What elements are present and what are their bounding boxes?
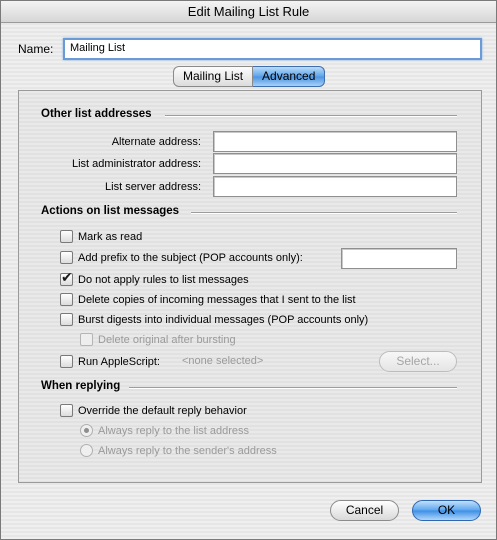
section-separator [129,387,457,389]
alternate-address-input[interactable] [213,131,457,152]
tab-bar: Mailing List Advanced [173,66,326,87]
burst-digests-option[interactable]: Burst digests into individual messages (… [60,313,368,326]
name-input[interactable]: Mailing List [63,38,482,60]
server-address-input[interactable] [213,176,457,197]
section-separator [191,212,457,214]
prefix-input[interactable] [341,248,457,269]
add-prefix-label: Add prefix to the subject (POP accounts … [78,251,303,264]
delete-original-checkbox [80,333,93,346]
tab-advanced[interactable]: Advanced [253,66,326,87]
run-applescript-checkbox[interactable] [60,355,73,368]
burst-digests-checkbox[interactable] [60,313,73,326]
alternate-address-label: Alternate address: [111,136,201,148]
reply-sender-label: Always reply to the sender's address [98,444,277,457]
delete-copies-label: Delete copies of incoming messages that … [78,293,356,306]
section-other-addresses: Other list addresses [41,108,152,120]
run-applescript-label: Run AppleScript: [78,355,160,368]
no-rules-checkbox[interactable] [60,270,73,286]
no-rules-option[interactable]: Do not apply rules to list messages [60,270,249,286]
dialog-window: Edit Mailing List Rule Name: Mailing Lis… [0,0,497,540]
mark-as-read-checkbox[interactable] [60,230,73,243]
override-reply-label: Override the default reply behavior [78,404,247,417]
reply-sender-radio [80,444,93,457]
select-script-button[interactable]: Select... [379,351,457,372]
reply-list-option: Always reply to the list address [80,424,249,437]
window-title: Edit Mailing List Rule [1,1,496,23]
applescript-status: <none selected> [182,355,264,367]
tab-mailing-list[interactable]: Mailing List [173,66,254,87]
section-actions: Actions on list messages [41,205,180,217]
run-applescript-option[interactable]: Run AppleScript: [60,355,160,368]
delete-original-label: Delete original after bursting [98,333,236,346]
mark-as-read-option[interactable]: Mark as read [60,230,142,243]
delete-copies-checkbox[interactable] [60,293,73,306]
mark-as-read-label: Mark as read [78,230,143,243]
add-prefix-checkbox[interactable] [60,251,73,264]
ok-button[interactable]: OK [412,500,481,521]
reply-sender-option: Always reply to the sender's address [80,444,277,457]
server-address-label: List server address: [105,181,201,193]
override-reply-option[interactable]: Override the default reply behavior [60,404,247,417]
section-separator [165,115,457,117]
delete-copies-option[interactable]: Delete copies of incoming messages that … [60,293,356,306]
no-rules-label: Do not apply rules to list messages [78,273,249,286]
admin-address-label: List administrator address: [72,158,201,170]
delete-original-option: Delete original after bursting [80,333,236,346]
section-when-replying: When replying [41,380,121,392]
cancel-button[interactable]: Cancel [330,500,399,521]
reply-list-label: Always reply to the list address [98,424,250,437]
add-prefix-option[interactable]: Add prefix to the subject (POP accounts … [60,251,303,264]
burst-digests-label: Burst digests into individual messages (… [78,313,369,326]
admin-address-input[interactable] [213,153,457,174]
reply-list-radio [80,424,93,437]
override-reply-checkbox[interactable] [60,404,73,417]
name-label: Name: [18,42,54,56]
